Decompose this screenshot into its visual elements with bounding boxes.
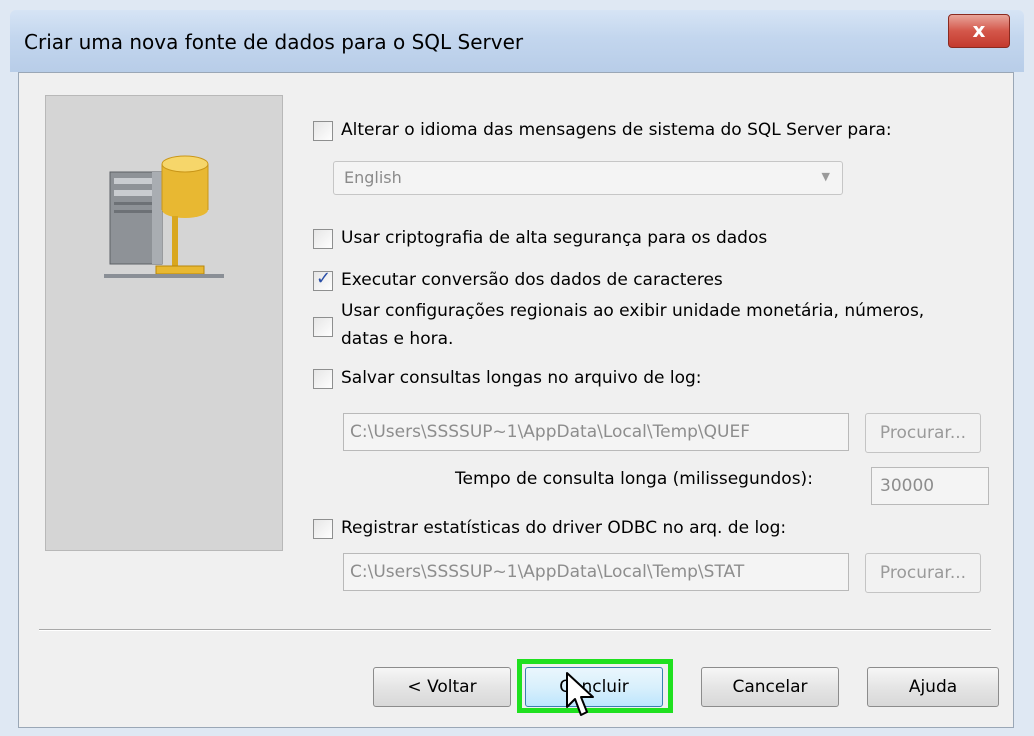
regional-settings-label-line1: Usar configurações regionais ao exibir u… <box>341 301 925 321</box>
long-query-time-label: Tempo de consulta longa (milissegundos): <box>455 469 813 489</box>
language-select[interactable]: English ▼ <box>333 161 843 195</box>
help-button[interactable]: Ajuda <box>867 667 999 707</box>
long-queries-path-value: C:\Users\SSSSUP~1\AppData\Local\Temp\QUE… <box>350 422 750 442</box>
long-queries-checkbox[interactable] <box>313 369 333 389</box>
odbc-stats-checkbox[interactable] <box>313 519 333 539</box>
button-separator <box>39 629 991 631</box>
long-queries-path-field[interactable]: C:\Users\SSSSUP~1\AppData\Local\Temp\QUE… <box>343 413 849 451</box>
close-icon: x <box>972 18 986 42</box>
side-image-panel <box>45 95 283 551</box>
dialog-body: Alterar o idioma das mensagens de sistem… <box>18 72 1014 728</box>
regional-settings-checkbox[interactable] <box>313 317 333 337</box>
odbc-stats-label: Registrar estatísticas do driver ODBC no… <box>341 518 787 538</box>
long-query-time-value: 30000 <box>880 476 935 496</box>
cancel-button[interactable]: Cancelar <box>701 667 839 707</box>
long-queries-label: Salvar consultas longas no arquivo de lo… <box>341 368 702 388</box>
server-database-icon <box>104 155 224 278</box>
regional-settings-label-line2: datas e hora. <box>341 329 454 349</box>
chevron-down-icon: ▼ <box>821 170 830 183</box>
checkmark-icon: ✓ <box>316 268 332 289</box>
odbc-stats-browse-button[interactable]: Procurar... <box>865 553 981 593</box>
dialog-window: Criar uma nova fonte de dados para o SQL… <box>0 0 1034 736</box>
window-title: Criar uma nova fonte de dados para o SQL… <box>24 30 524 54</box>
long-queries-browse-button[interactable]: Procurar... <box>865 413 981 453</box>
long-query-time-field[interactable]: 30000 <box>871 467 989 505</box>
change-language-label: Alterar o idioma das mensagens de sistem… <box>341 120 892 140</box>
odbc-stats-path-field[interactable]: C:\Users\SSSSUP~1\AppData\Local\Temp\STA… <box>343 553 849 591</box>
language-select-value: English <box>344 168 402 187</box>
char-conversion-label: Executar conversão dos dados de caracter… <box>341 270 723 290</box>
odbc-stats-path-value: C:\Users\SSSSUP~1\AppData\Local\Temp\STA… <box>350 562 745 582</box>
title-bar[interactable]: Criar uma nova fonte de dados para o SQL… <box>10 10 1024 72</box>
strong-encryption-checkbox[interactable] <box>313 229 333 249</box>
strong-encryption-label: Usar criptografia de alta segurança para… <box>341 228 768 248</box>
mouse-pointer-icon <box>566 672 594 716</box>
back-button[interactable]: < Voltar <box>373 667 511 707</box>
change-language-checkbox[interactable] <box>313 121 333 141</box>
char-conversion-checkbox[interactable]: ✓ <box>313 268 333 291</box>
close-button[interactable]: x <box>948 14 1010 48</box>
